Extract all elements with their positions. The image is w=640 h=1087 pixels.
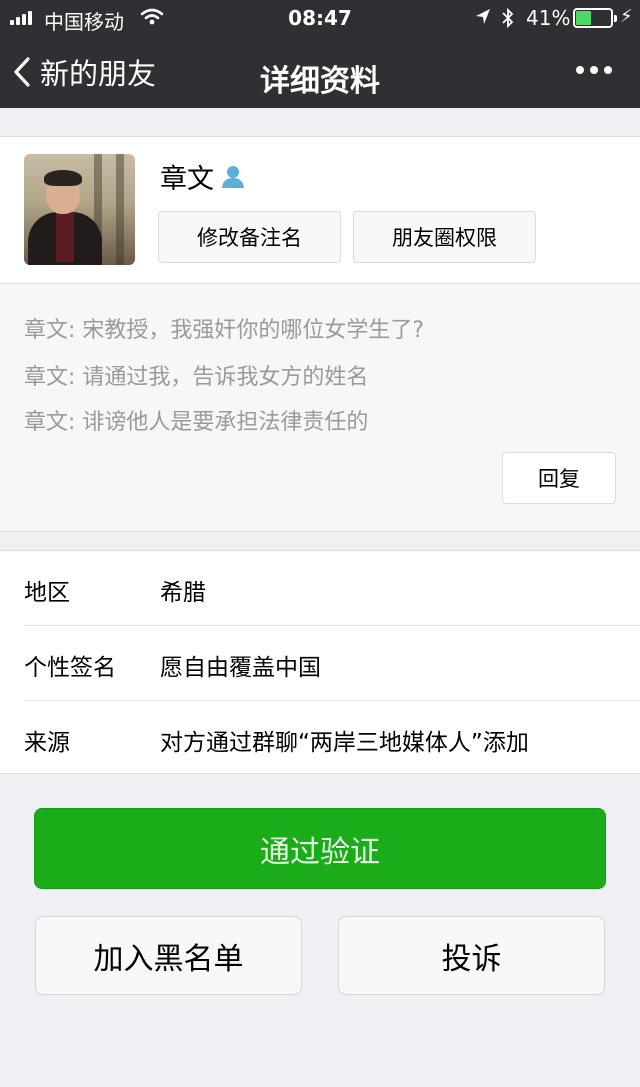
bluetooth-icon	[502, 7, 514, 29]
message-text: 章文: 请通过我，告诉我女方的姓名	[24, 365, 369, 390]
avatar[interactable]	[24, 154, 135, 265]
info-value: 希腊	[160, 580, 206, 606]
moments-permission-button[interactable]: 朋友圈权限	[353, 211, 536, 263]
more-dots-icon[interactable]	[576, 66, 612, 74]
report-button[interactable]: 投诉	[338, 916, 605, 995]
top-bar: 中国移动 08:47 41% ⚡ 新的朋友 详细资料	[0, 0, 640, 108]
info-row-region: 地区 希腊	[0, 551, 640, 626]
info-label: 个性签名	[24, 655, 116, 681]
location-arrow-icon	[476, 9, 490, 24]
info-row-signature: 个性签名 愿自由覆盖中国	[0, 626, 640, 701]
info-value: 愿自由覆盖中国	[160, 655, 321, 681]
profile-card: 章文 修改备注名 朋友圈权限	[0, 136, 640, 284]
edit-remark-button[interactable]: 修改备注名	[158, 211, 341, 263]
message-text: 章文: 诽谤他人是要承担法律责任的	[24, 410, 369, 435]
accept-verification-button[interactable]: 通过验证	[34, 808, 606, 889]
verification-messages: 章文: 宋教授，我强奸你的哪位女学生了? 章文: 请通过我，告诉我女方的姓名 章…	[0, 284, 640, 532]
info-label: 地区	[24, 580, 70, 606]
page-title: 详细资料	[260, 64, 380, 99]
charging-bolt-icon: ⚡	[620, 6, 633, 27]
info-row-source: 来源 对方通过群聊“两岸三地媒体人”添加	[0, 701, 640, 776]
nickname: 章文	[160, 157, 246, 196]
reply-button[interactable]: 回复	[502, 452, 616, 504]
battery-icon	[573, 8, 617, 28]
info-value: 对方通过群聊“两岸三地媒体人”添加	[160, 730, 529, 756]
battery-percent: 41%	[526, 6, 571, 30]
person-icon	[222, 165, 244, 188]
add-to-blacklist-button[interactable]: 加入黑名单	[35, 916, 302, 995]
info-label: 来源	[24, 730, 70, 756]
status-bar: 中国移动 08:47 41% ⚡	[0, 0, 640, 36]
info-list: 地区 希腊 个性签名 愿自由覆盖中国 来源 对方通过群聊“两岸三地媒体人”添加	[0, 550, 640, 774]
battery-fill	[576, 11, 591, 25]
nickname-text: 章文	[160, 164, 214, 195]
nav-bar: 新的朋友 详细资料	[0, 36, 640, 108]
message-text: 章文: 宋教授，我强奸你的哪位女学生了?	[24, 318, 425, 343]
